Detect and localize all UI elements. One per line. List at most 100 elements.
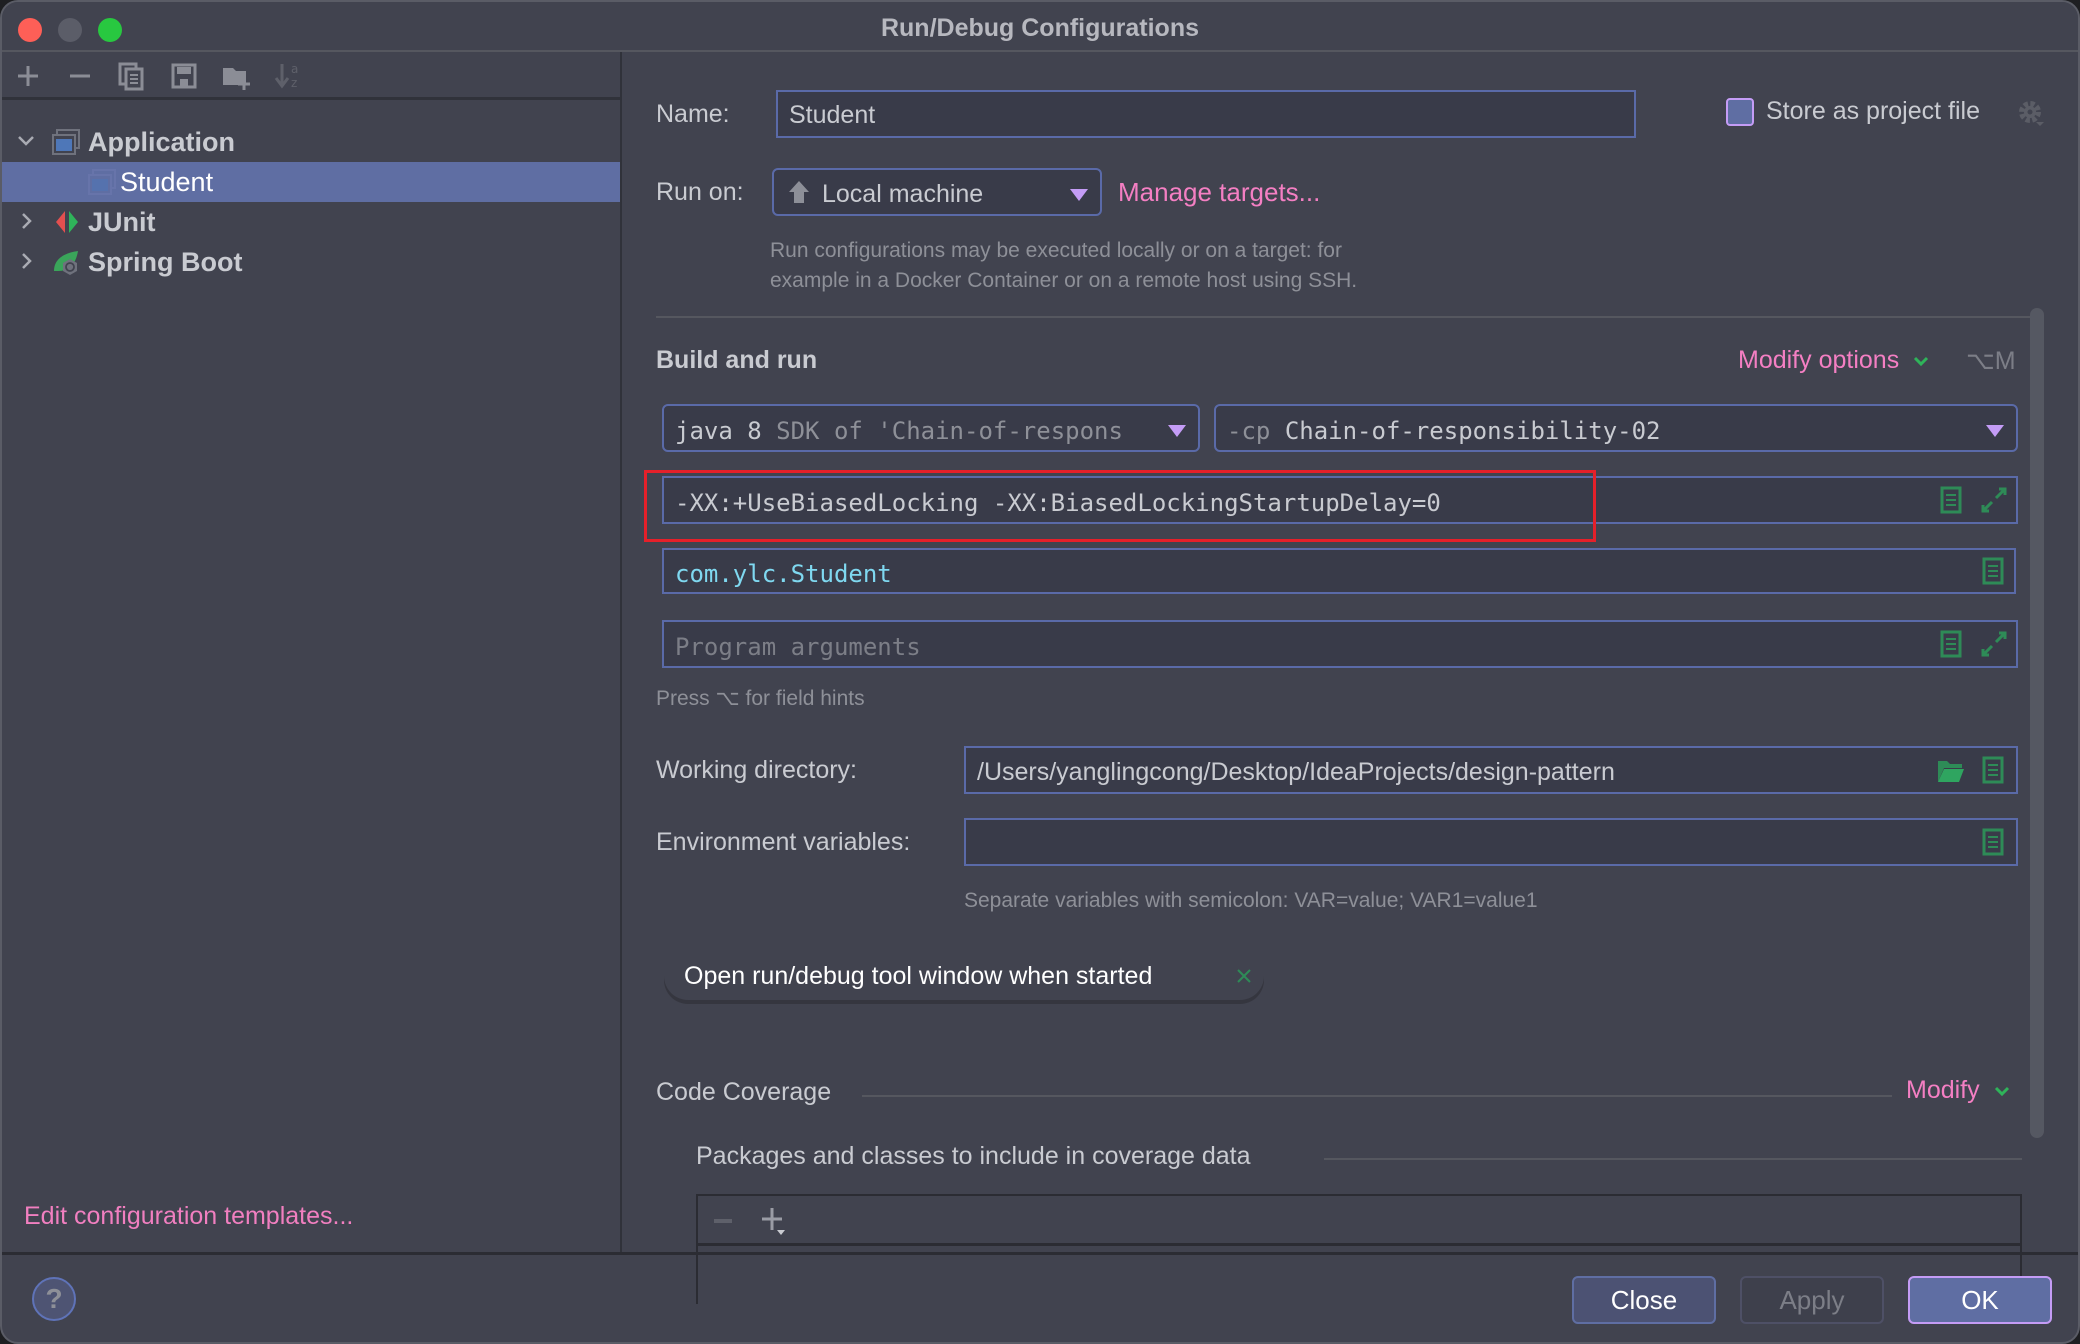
code-coverage-title: Code Coverage [656,1078,832,1106]
classpath-module: Chain-of-responsibility-02 [1284,417,1661,445]
apply-button[interactable]: Apply [1740,1276,1884,1324]
spring-boot-icon [52,249,80,275]
move-into-folder-button[interactable] [220,60,252,92]
tree-item-spring-boot[interactable]: Spring Boot [2,242,620,282]
modify-label: Modify [1906,1076,1980,1104]
chevron-down-icon [1914,356,1929,367]
browse-folder-icon[interactable] [1936,758,1966,786]
chevron-right-icon[interactable] [16,248,36,274]
copy-configuration-button[interactable] [116,60,148,92]
edit-configuration-templates-link[interactable]: Edit configuration templates... [24,1202,353,1231]
remove-configuration-button[interactable] [64,60,96,92]
run-on-dropdown[interactable]: Local machine [772,168,1102,216]
jre-dropdown[interactable]: java 8 SDK of 'Chain-of-respons [662,404,1200,452]
window-title: Run/Debug Configurations [880,14,1200,42]
coverage-list-toolbar [698,1196,2020,1246]
sort-alphabetically-icon: az [274,62,298,90]
store-as-project-file-label: Store as project file [1766,97,1980,125]
close-icon [1237,969,1251,983]
name-input[interactable]: Student [776,90,1636,138]
application-icon [88,169,116,195]
environment-variables-hint: Separate variables with semicolon: VAR=v… [964,889,1538,912]
modify-options-link[interactable]: Modify options [1738,346,1930,375]
run-on-label: Run on: [656,178,744,206]
expand-icon[interactable] [1980,486,2008,514]
tree-item-junit[interactable]: JUnit [2,202,620,242]
application-icon [52,129,80,155]
remove-pattern-button[interactable] [712,1210,734,1232]
highlight-annotation-box [644,470,1596,542]
footer-divider [2,1252,2078,1255]
remove-icon [70,74,90,78]
expand-icon[interactable] [1980,630,2008,658]
modify-options-shortcut: ⌥M [1966,347,2016,375]
section-divider [1324,1158,2022,1160]
classpath-module-dropdown[interactable]: -cp Chain-of-responsibility-02 [1214,404,2018,452]
run-on-value: Local machine [822,180,984,208]
tree-item-label: Application [88,127,235,157]
svg-text:z: z [291,76,297,90]
form-scrollbar[interactable] [2030,308,2044,1138]
tree-item-application[interactable]: Application [2,122,620,162]
program-arguments-input[interactable]: Program arguments [662,620,2018,668]
ok-button[interactable]: OK [1908,1276,2052,1324]
sort-configurations-button[interactable]: az [272,60,304,92]
section-divider [656,316,2034,318]
environment-variables-input[interactable] [964,818,2018,866]
program-arguments-placeholder: Program arguments [675,633,921,661]
save-icon [171,63,197,89]
add-configuration-button[interactable] [12,60,44,92]
store-settings-button[interactable] [2016,98,2046,128]
insert-macro-icon[interactable] [1940,630,1962,658]
store-as-project-file-checkbox[interactable] [1726,98,1754,126]
remove-icon [714,1219,732,1223]
title-bar: Run/Debug Configurations [2,2,2078,52]
jre-detail: SDK of 'Chain-of-respons [776,417,1123,445]
home-icon [788,180,810,204]
gear-icon [2019,101,2044,126]
option-chip-label: Open run/debug tool window when started [684,962,1153,990]
remove-option-button[interactable] [1234,964,1254,988]
jre-value: java 8 SDK of 'Chain-of-respons [675,417,1123,445]
sidebar-toolbar: az [2,52,620,100]
browse-class-icon[interactable] [1982,557,2004,585]
add-pattern-button[interactable] [760,1206,788,1236]
working-directory-label: Working directory: [656,756,857,784]
build-and-run-title: Build and run [656,346,818,374]
environment-variables-label: Environment variables: [656,828,911,856]
name-label: Name: [656,100,730,128]
run-debug-configurations-dialog: Run/Debug Configurations az Application … [0,0,2080,1344]
insert-macro-icon[interactable] [1982,756,2004,784]
tree-item-label: Spring Boot [88,247,243,277]
manage-targets-link[interactable]: Manage targets... [1118,177,1320,208]
main-class-value: com.ylc.Student [675,560,892,588]
dropdown-arrow-icon [1070,189,1088,201]
help-button[interactable]: ? [32,1277,76,1321]
working-directory-input[interactable]: /Users/yanglingcong/Desktop/IdeaProjects… [964,746,2018,794]
add-icon [18,66,38,86]
coverage-packages-title: Packages and classes to include in cover… [696,1142,1251,1170]
tree-item-label: JUnit [88,207,156,237]
tree-item-student[interactable]: Student [2,162,620,202]
insert-macro-icon[interactable] [1940,486,1962,514]
edit-environment-variables-icon[interactable] [1982,828,2004,856]
configuration-form: Name: Student Store as project file Run … [624,52,2078,1304]
configurations-sidebar: az Application Student JUnit Spring Boot… [2,52,622,1252]
dropdown-arrow-icon [1168,425,1186,437]
classpath-prefix: -cp [1227,417,1271,445]
run-on-hint: Run configurations may be executed local… [770,236,1357,296]
close-button[interactable]: Close [1572,1276,1716,1324]
main-class-input[interactable]: com.ylc.Student [662,548,2016,594]
chevron-down-icon[interactable] [16,128,36,154]
option-chip-open-tool-window: Open run/debug tool window when started [664,952,1264,1000]
code-coverage-modify-link[interactable]: Modify [1906,1076,2011,1105]
svg-text:a: a [291,62,298,76]
run-on-hint-line: Run configurations may be executed local… [770,239,1342,262]
run-on-hint-line: example in a Docker Container or on a re… [770,269,1358,292]
junit-icon [54,209,82,235]
add-dropdown-icon [762,1208,785,1235]
section-divider [862,1095,1892,1097]
chevron-right-icon[interactable] [16,208,36,234]
jre-main: java 8 [675,417,762,445]
save-configuration-button[interactable] [168,60,200,92]
